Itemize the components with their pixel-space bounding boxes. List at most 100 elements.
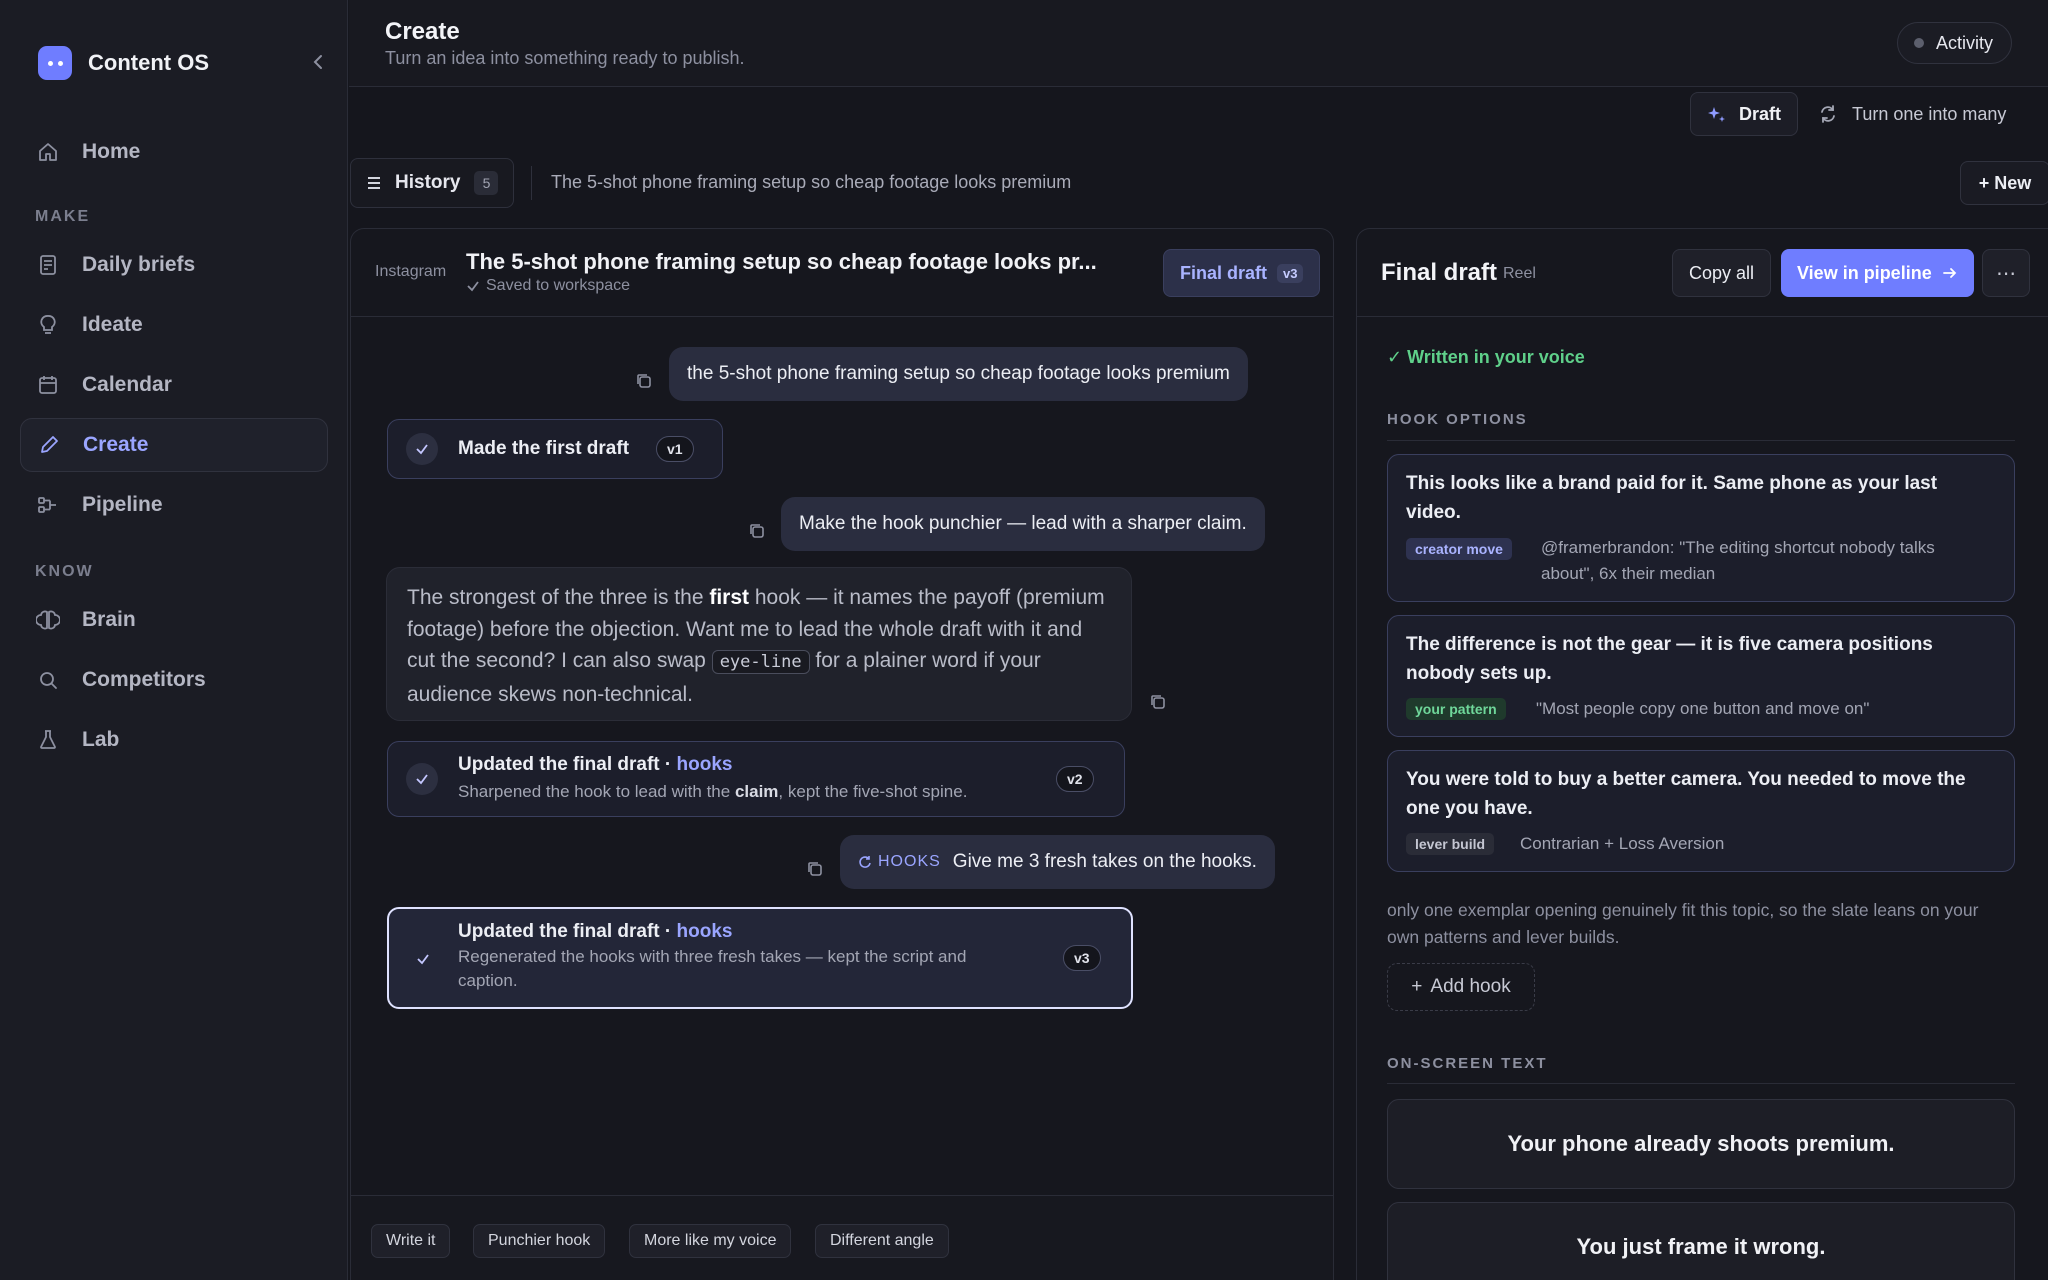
page-header: Create Turn an idea into something ready… — [349, 0, 2048, 87]
on-screen-text-card[interactable]: Your phone already shoots premium. — [1387, 1099, 2015, 1189]
suggestion-chip[interactable]: Punchier hook — [473, 1224, 606, 1258]
suggestion-chip[interactable]: More like my voice — [629, 1224, 792, 1258]
sidebar-item-label: Calendar — [82, 373, 172, 396]
event-title: Updated the final draft · hooks — [458, 921, 732, 943]
version-badge: v2 — [1056, 766, 1094, 792]
history-button[interactable]: History 5 — [350, 158, 514, 208]
collapse-sidebar-button[interactable] — [306, 48, 330, 76]
mode-draft-button[interactable]: Draft — [1690, 92, 1799, 136]
document-icon — [40, 255, 56, 275]
page-subtitle: Turn an idea into something ready to pub… — [385, 48, 745, 68]
inline-code: eye-line — [711, 650, 810, 674]
check-circle-icon — [406, 433, 438, 465]
hook-option-card[interactable]: The difference is not the gear — it is f… — [1387, 615, 2015, 737]
final-draft-chip[interactable]: Final draft v3 — [1163, 249, 1321, 297]
saved-status: Saved to workspace — [466, 277, 630, 295]
sidebar-item-home[interactable]: Home — [20, 125, 328, 179]
sidebar-item-brain[interactable]: Brain — [20, 593, 328, 647]
flask-icon — [40, 730, 56, 749]
nav-section-make: MAKE — [35, 208, 91, 225]
page-title: Create — [385, 18, 460, 45]
suggestion-chip[interactable]: Different angle — [815, 1224, 949, 1258]
hooks-tag-label: HOOKS — [878, 853, 941, 870]
sidebar-item-label: Create — [83, 433, 149, 456]
version-badge: v3 — [1063, 945, 1101, 971]
app-logo-icon — [38, 46, 72, 80]
draft-event-v3[interactable]: Updated the final draft · hooks Regenera… — [387, 907, 1133, 1009]
sidebar-item-label: Daily briefs — [82, 253, 196, 276]
hook-note: @framerbrandon: "The editing shortcut no… — [1541, 538, 1935, 583]
sidebar: Content OS Home MAKE Daily briefs Ideate… — [0, 0, 348, 1280]
mode-repurpose-label: Turn one into many — [1852, 103, 2007, 124]
hook-text: This looks like a brand paid for it. Sam… — [1406, 473, 1938, 523]
assistant-text: The strongest of the three is the — [407, 586, 710, 609]
event-description-text: Sharpened the hook to lead with the — [458, 782, 735, 801]
sidebar-item-label: Lab — [82, 728, 120, 751]
sidebar-item-competitors[interactable]: Competitors — [20, 653, 328, 707]
mode-repurpose-button[interactable]: Turn one into many — [1818, 104, 2006, 125]
hook-option-card[interactable]: You were told to buy a better camera. Yo… — [1387, 750, 2015, 872]
chat-title: The 5-shot phone framing setup so cheap … — [466, 249, 1097, 274]
copy-icon[interactable] — [1148, 692, 1168, 712]
history-topic: The 5-shot phone framing setup so cheap … — [551, 172, 1072, 192]
event-description: Sharpened the hook to lead with the clai… — [458, 780, 967, 804]
activity-label: Activity — [1935, 32, 1993, 53]
plus-icon: + — [1411, 976, 1423, 997]
brand[interactable]: Content OS — [38, 44, 209, 82]
divider — [1387, 440, 2015, 441]
sidebar-item-lab[interactable]: Lab — [20, 713, 328, 767]
version-tag: v3 — [1277, 263, 1304, 283]
divider — [1387, 1083, 2015, 1084]
draft-event-v2[interactable]: Updated the final draft · hooks Sharpene… — [387, 741, 1125, 817]
check-icon — [407, 943, 439, 975]
on-screen-text-card[interactable]: You just frame it wrong. — [1387, 1202, 2015, 1280]
mode-draft-label: Draft — [1739, 103, 1782, 124]
app-name: Content OS — [88, 50, 209, 75]
draft-header: Final draft Reel Copy all View in pipeli… — [1357, 229, 2048, 317]
status-dot-icon — [1913, 38, 1924, 48]
sidebar-item-daily-briefs[interactable]: Daily briefs — [20, 238, 328, 292]
chat-footer: Write it Punchier hook More like my voic… — [351, 1195, 1333, 1280]
chat-header: Instagram The 5-shot phone framing setup… — [351, 229, 1333, 317]
user-message-text: Give me 3 fresh takes on the hooks. — [952, 851, 1257, 872]
hook-note: "Most people copy one button and move on… — [1536, 699, 1870, 718]
more-options-button[interactable]: ⋯ — [1982, 249, 2030, 297]
event-description: Regenerated the hooks with three fresh t… — [458, 947, 967, 990]
hook-option-card[interactable]: This looks like a brand paid for it. Sam… — [1387, 454, 2015, 602]
copy-icon[interactable] — [747, 521, 767, 541]
hook-source-tag: lever build — [1406, 833, 1495, 855]
copy-all-button[interactable]: Copy all — [1672, 249, 1772, 297]
add-hook-label: Add hook — [1430, 976, 1511, 997]
chat-panel: Instagram The 5-shot phone framing setup… — [350, 228, 1334, 1280]
check-icon — [467, 281, 479, 292]
hook-options-label: HOOK OPTIONS — [1387, 411, 1528, 428]
sidebar-item-calendar[interactable]: Calendar — [20, 358, 328, 412]
view-in-pipeline-button[interactable]: View in pipeline — [1781, 249, 1974, 297]
activity-button[interactable]: Activity — [1896, 22, 2012, 64]
check-circle-icon — [406, 763, 438, 795]
history-count-badge: 5 — [474, 171, 499, 195]
add-hook-button[interactable]: + Add hook — [1387, 963, 1535, 1011]
draft-event-v1[interactable]: Made the first draft v1 — [387, 419, 723, 479]
copy-icon[interactable] — [805, 859, 825, 879]
final-draft-chip-label: Final draft — [1180, 262, 1268, 283]
sidebar-item-create[interactable]: Create — [20, 418, 328, 472]
suggestion-chip[interactable]: Write it — [371, 1224, 451, 1258]
assistant-message: The strongest of the three is the first … — [386, 567, 1132, 721]
user-message: the 5-shot phone framing setup so cheap … — [669, 347, 1248, 401]
lightbulb-icon — [40, 315, 56, 334]
sidebar-item-pipeline[interactable]: Pipeline — [20, 478, 328, 532]
event-title-target: hooks — [676, 754, 733, 775]
chevron-left-icon — [313, 55, 322, 69]
new-button[interactable]: + New — [1960, 161, 2048, 205]
event-title: Updated the final draft · hooks — [458, 754, 732, 776]
copy-icon[interactable] — [634, 371, 654, 391]
mode-switcher: Draft Turn one into many — [1690, 92, 2006, 136]
hook-source-tag: your pattern — [1406, 698, 1506, 720]
event-description-text: , kept the five-shot spine. — [778, 782, 968, 801]
event-title: Made the first draft — [458, 438, 630, 459]
on-screen-text-label: ON-SCREEN TEXT — [1387, 1055, 1548, 1072]
hook-source-tag: creator move — [1406, 538, 1512, 560]
sidebar-item-ideate[interactable]: Ideate — [20, 298, 328, 352]
hooks-tag: HOOKS — [858, 853, 941, 871]
